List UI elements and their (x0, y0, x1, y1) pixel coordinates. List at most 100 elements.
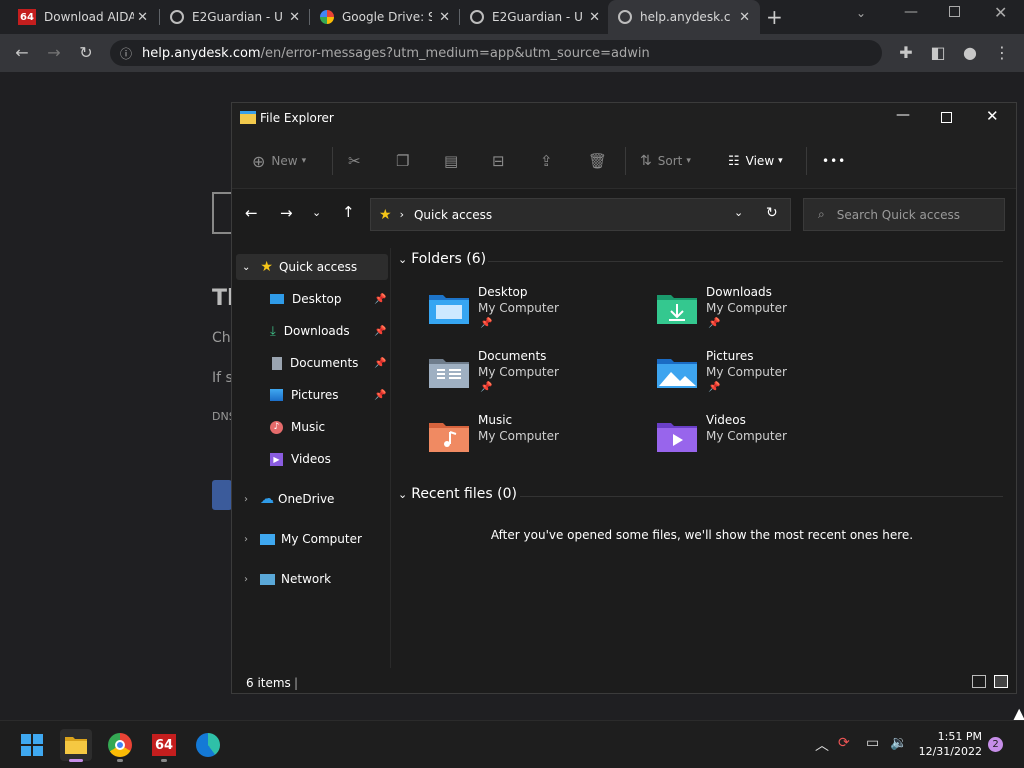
sidebar-item-pictures[interactable]: Pictures 📌 (270, 382, 388, 408)
start-windows-icon[interactable] (16, 729, 48, 761)
restore-icon[interactable] (949, 6, 960, 17)
url-path: /en/error-messages?utm_medium=app&utm_so… (260, 45, 650, 61)
side-panel-icon[interactable]: ◧ (924, 38, 952, 66)
chevron-down-icon: ▾ (686, 156, 691, 166)
clock[interactable]: 1:51 PM 12/31/2022 (914, 729, 982, 759)
show-hidden-icons-chevron-icon[interactable]: ︿ (815, 735, 829, 755)
close-window-icon[interactable]: ✕ (994, 3, 1007, 22)
close-tab-icon[interactable]: ✕ (137, 10, 148, 25)
view-button[interactable]: ☷ View ▾ (728, 149, 783, 173)
folder-location: My Computer (478, 429, 559, 443)
search-field[interactable]: ⌕ Search Quick access (803, 198, 1005, 231)
share-icon[interactable]: ⇪ (540, 149, 553, 173)
folder-tile-pictures[interactable]: Pictures My Computer 📌 (656, 349, 876, 405)
folder-tile-documents[interactable]: Documents My Computer 📌 (428, 349, 648, 405)
up-arrow-icon[interactable]: ↑ (342, 203, 355, 221)
chevron-down-icon[interactable]: ⌄ (734, 206, 743, 219)
explorer-title-bar[interactable]: File Explorer — ✕ (232, 103, 1016, 133)
folder-tile-desktop[interactable]: Desktop My Computer 📌 (428, 285, 648, 341)
back-arrow-icon[interactable]: ← (8, 38, 36, 66)
back-arrow-icon[interactable]: ← (245, 204, 258, 222)
star-icon: ★ (260, 259, 273, 275)
close-tab-icon[interactable]: ✕ (739, 10, 750, 25)
sidebar-item-desktop[interactable]: Desktop 📌 (270, 286, 388, 312)
browser-tab-4[interactable]: E2Guardian - U ✕ (460, 0, 610, 34)
folder-location: My Computer (478, 301, 559, 315)
sync-icon[interactable]: ⟳ (838, 735, 850, 751)
downloads-folder-icon (657, 295, 697, 324)
forward-arrow-icon[interactable]: → (280, 204, 293, 222)
copy-icon[interactable]: ❐ (396, 149, 409, 173)
sidebar-item-music[interactable]: ♪ Music (270, 414, 388, 440)
sidebar-item-quick-access[interactable]: ⌄ ★ Quick access (236, 254, 388, 280)
extensions-puzzle-icon[interactable]: ✚ (892, 38, 920, 66)
chrome-menu-icon[interactable]: ⋮ (988, 38, 1016, 66)
volume-icon[interactable]: 🔉 (890, 735, 907, 751)
details-view-icon[interactable] (972, 675, 986, 688)
folder-tile-music[interactable]: Music My Computer (428, 413, 648, 469)
new-tab-button[interactable]: + (766, 5, 783, 29)
breadcrumb-quick-access[interactable]: Quick access (414, 208, 492, 222)
rename-icon[interactable]: ⊟ (492, 149, 505, 173)
page-button-fragment (212, 480, 232, 510)
new-button[interactable]: ⊕ New ▾ (252, 149, 306, 173)
browser-tab-1[interactable]: 64 Download AIDA ✕ (8, 0, 158, 34)
sidebar-label: Quick access (278, 260, 358, 274)
delete-trash-icon[interactable]: 🗑 (588, 149, 607, 173)
close-tab-icon[interactable]: ✕ (439, 10, 450, 25)
browser-tab-5-active[interactable]: help.anydesk.co ✕ (608, 0, 760, 34)
sidebar-item-documents[interactable]: Documents 📌 (270, 350, 388, 376)
network-status-icon[interactable]: ▭ (866, 735, 879, 751)
maximize-icon[interactable] (941, 112, 952, 123)
minimize-icon[interactable]: — (904, 4, 918, 20)
address-bar[interactable]: ⓘ help.anydesk.com/en/error-messages?utm… (110, 40, 882, 66)
chevron-right-icon[interactable]: › (244, 494, 248, 505)
notification-badge[interactable]: 2 (988, 737, 1003, 752)
site-info-icon[interactable]: ⓘ (120, 45, 132, 62)
reload-icon[interactable]: ↻ (72, 38, 100, 66)
chevron-down-icon[interactable]: ⌄ (242, 262, 250, 273)
sidebar-item-videos[interactable]: ▶ Videos (270, 446, 388, 472)
recent-header-label: Recent files (0) (411, 486, 517, 502)
sidebar-item-onedrive[interactable]: › ☁ OneDrive (236, 486, 388, 512)
minimize-icon[interactable]: — (896, 107, 910, 123)
recent-locations-chevron-icon[interactable]: ⌄ (312, 206, 321, 219)
more-options-button[interactable]: ••• (822, 149, 846, 173)
forward-arrow-icon[interactable]: → (40, 38, 68, 66)
address-breadcrumb[interactable]: ★ › Quick access ⌄ ↻ (370, 198, 791, 231)
sidebar-item-downloads[interactable]: ⤓ Downloads 📌 (270, 318, 388, 344)
edge-taskbar-icon[interactable] (192, 729, 224, 761)
pictures-folder-icon (657, 359, 697, 388)
aida64-taskbar-icon[interactable]: 64 (148, 729, 180, 762)
profile-avatar-icon[interactable]: ● (956, 38, 984, 66)
paste-icon[interactable]: ▤ (444, 149, 458, 173)
browser-tab-2[interactable]: E2Guardian - U ✕ (160, 0, 310, 34)
folder-tile-videos[interactable]: Videos My Computer (656, 413, 876, 469)
file-explorer-taskbar-icon[interactable] (60, 729, 92, 762)
sidebar-item-my-computer[interactable]: › My Computer (236, 526, 388, 552)
chrome-taskbar-icon[interactable] (104, 729, 136, 762)
close-tab-icon[interactable]: ✕ (289, 10, 300, 25)
pin-icon: 📌 (374, 357, 387, 369)
chevron-right-icon[interactable]: › (244, 574, 248, 585)
recent-files-section-header[interactable]: ⌄ Recent files (0) (398, 486, 517, 502)
tab-search-chevron-icon[interactable]: ⌄ (856, 6, 866, 20)
folders-section-header[interactable]: ⌄ Folders (6) (398, 251, 486, 267)
tiles-view-icon[interactable] (994, 675, 1008, 688)
sort-button[interactable]: ⇅ Sort ▾ (640, 149, 691, 173)
pin-icon: 📌 (480, 318, 493, 329)
download-arrow-icon: ⤓ (270, 323, 276, 339)
pane-divider[interactable] (390, 248, 391, 668)
close-window-icon[interactable]: ✕ (986, 107, 999, 125)
folder-location: My Computer (706, 429, 787, 443)
chevron-right-icon[interactable]: › (244, 534, 248, 545)
browser-tab-3[interactable]: Google Drive: S ✕ (310, 0, 460, 34)
explorer-command-bar: ⊕ New ▾ ✂ ❐ ▤ ⊟ ⇪ 🗑 ⇅ Sort ▾ ☷ View ▾ ••… (232, 133, 1016, 189)
close-tab-icon[interactable]: ✕ (589, 10, 600, 25)
folder-tile-downloads[interactable]: Downloads My Computer 📌 (656, 285, 876, 341)
aida64-icon: 64 (18, 9, 36, 25)
cut-icon[interactable]: ✂ (348, 149, 361, 173)
refresh-icon[interactable]: ↻ (766, 205, 778, 221)
folder-name: Downloads (706, 285, 772, 299)
sidebar-item-network[interactable]: › Network (236, 566, 388, 592)
